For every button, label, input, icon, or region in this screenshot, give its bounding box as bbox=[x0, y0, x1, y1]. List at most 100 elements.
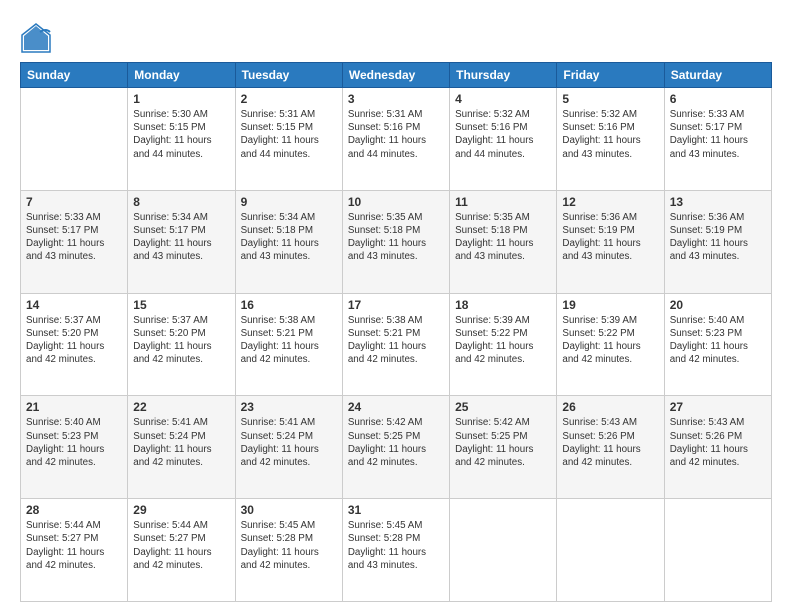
day-number: 17 bbox=[348, 298, 444, 312]
cell-info: Sunrise: 5:35 AM Sunset: 5:18 PM Dayligh… bbox=[348, 211, 444, 264]
calendar-cell: 25Sunrise: 5:42 AM Sunset: 5:25 PM Dayli… bbox=[450, 396, 557, 499]
calendar-cell: 23 Sunrise: 5:41 AM Sunset: 5:24 PM Dayli… bbox=[235, 396, 342, 499]
day-number: 12 bbox=[562, 195, 658, 209]
cell-info: Sunrise: 5:33 AM Sunset: 5:17 PM Dayligh… bbox=[670, 108, 766, 161]
cell-info: Sunrise: 5:36 AM Sunset: 5:19 PM Dayligh… bbox=[562, 211, 658, 264]
day-number: 20 bbox=[670, 298, 766, 312]
day-number: 9 bbox=[241, 195, 337, 209]
logo-icon bbox=[20, 22, 52, 54]
calendar-cell: 21 Sunrise: 5:40 AM Sunset: 5:23 PM Dayli… bbox=[21, 396, 128, 499]
page: SundayMondayTuesdayWednesdayThursdayFrid… bbox=[0, 0, 792, 612]
cell-info: Sunrise: 5:39 AM Sunset: 5:22 PM Dayligh… bbox=[562, 314, 658, 367]
day-number: 26 bbox=[562, 400, 658, 414]
day-number: 16 bbox=[241, 298, 337, 312]
calendar-cell bbox=[664, 499, 771, 602]
day-number: 14 bbox=[26, 298, 122, 312]
calendar-cell: 6Sunrise: 5:33 AM Sunset: 5:17 PM Daylig… bbox=[664, 88, 771, 191]
day-number: 5 bbox=[562, 92, 658, 106]
week-row-5: 28 Sunrise: 5:44 AM Sunset: 5:27 PM Dayli… bbox=[21, 499, 772, 602]
weekday-header-friday: Friday bbox=[557, 63, 664, 88]
calendar-cell: 22 Sunrise: 5:41 AM Sunset: 5:24 PM Dayli… bbox=[128, 396, 235, 499]
weekday-header-row: SundayMondayTuesdayWednesdayThursdayFrid… bbox=[21, 63, 772, 88]
cell-info: Sunrise: 5:32 AM Sunset: 5:16 PM Dayligh… bbox=[562, 108, 658, 161]
cell-info: Sunrise: 5:34 AM Sunset: 5:17 PM Dayligh… bbox=[133, 211, 229, 264]
day-number: 1 bbox=[133, 92, 229, 106]
calendar-cell: 11 Sunrise: 5:35 AM Sunset: 5:18 PM Dayli… bbox=[450, 190, 557, 293]
calendar-table: SundayMondayTuesdayWednesdayThursdayFrid… bbox=[20, 62, 772, 602]
day-number: 7 bbox=[26, 195, 122, 209]
cell-info: Sunrise: 5:31 AM Sunset: 5:16 PM Dayligh… bbox=[348, 108, 444, 161]
calendar-cell: 4 Sunrise: 5:32 AM Sunset: 5:16 PM Daylig… bbox=[450, 88, 557, 191]
day-number: 19 bbox=[562, 298, 658, 312]
calendar-cell: 31Sunrise: 5:45 AM Sunset: 5:28 PM Dayli… bbox=[342, 499, 449, 602]
cell-info: Sunrise: 5:40 AM Sunset: 5:23 PM Dayligh… bbox=[26, 416, 122, 469]
cell-info: Sunrise: 5:34 AM Sunset: 5:18 PM Dayligh… bbox=[241, 211, 337, 264]
day-number: 27 bbox=[670, 400, 766, 414]
day-number: 31 bbox=[348, 503, 444, 517]
week-row-2: 7 Sunrise: 5:33 AM Sunset: 5:17 PM Daylig… bbox=[21, 190, 772, 293]
weekday-header-thursday: Thursday bbox=[450, 63, 557, 88]
calendar-cell: 3 Sunrise: 5:31 AM Sunset: 5:16 PM Daylig… bbox=[342, 88, 449, 191]
day-number: 21 bbox=[26, 400, 122, 414]
cell-info: Sunrise: 5:42 AM Sunset: 5:25 PM Dayligh… bbox=[348, 416, 444, 469]
cell-info: Sunrise: 5:44 AM Sunset: 5:27 PM Dayligh… bbox=[26, 519, 122, 572]
cell-info: Sunrise: 5:42 AM Sunset: 5:25 PM Dayligh… bbox=[455, 416, 551, 469]
weekday-header-sunday: Sunday bbox=[21, 63, 128, 88]
day-number: 24 bbox=[348, 400, 444, 414]
weekday-header-monday: Monday bbox=[128, 63, 235, 88]
calendar-cell: 1 Sunrise: 5:30 AM Sunset: 5:15 PM Daylig… bbox=[128, 88, 235, 191]
calendar-cell: 8 Sunrise: 5:34 AM Sunset: 5:17 PM Daylig… bbox=[128, 190, 235, 293]
weekday-header-saturday: Saturday bbox=[664, 63, 771, 88]
calendar-cell: 2 Sunrise: 5:31 AM Sunset: 5:15 PM Daylig… bbox=[235, 88, 342, 191]
calendar-cell: 10 Sunrise: 5:35 AM Sunset: 5:18 PM Dayli… bbox=[342, 190, 449, 293]
day-number: 13 bbox=[670, 195, 766, 209]
cell-info: Sunrise: 5:36 AM Sunset: 5:19 PM Dayligh… bbox=[670, 211, 766, 264]
calendar-cell: 13 Sunrise: 5:36 AM Sunset: 5:19 PM Dayli… bbox=[664, 190, 771, 293]
day-number: 28 bbox=[26, 503, 122, 517]
cell-info: Sunrise: 5:38 AM Sunset: 5:21 PM Dayligh… bbox=[348, 314, 444, 367]
day-number: 10 bbox=[348, 195, 444, 209]
calendar-cell: 30 Sunrise: 5:45 AM Sunset: 5:28 PM Dayli… bbox=[235, 499, 342, 602]
calendar-cell bbox=[557, 499, 664, 602]
day-number: 3 bbox=[348, 92, 444, 106]
calendar-cell: 16Sunrise: 5:38 AM Sunset: 5:21 PM Dayli… bbox=[235, 293, 342, 396]
cell-info: Sunrise: 5:45 AM Sunset: 5:28 PM Dayligh… bbox=[241, 519, 337, 572]
day-number: 2 bbox=[241, 92, 337, 106]
day-number: 22 bbox=[133, 400, 229, 414]
logo bbox=[20, 22, 56, 54]
day-number: 8 bbox=[133, 195, 229, 209]
calendar-cell: 7 Sunrise: 5:33 AM Sunset: 5:17 PM Daylig… bbox=[21, 190, 128, 293]
calendar-cell: 19 Sunrise: 5:39 AM Sunset: 5:22 PM Dayli… bbox=[557, 293, 664, 396]
day-number: 29 bbox=[133, 503, 229, 517]
calendar-cell: 14Sunrise: 5:37 AM Sunset: 5:20 PM Dayli… bbox=[21, 293, 128, 396]
day-number: 11 bbox=[455, 195, 551, 209]
day-number: 18 bbox=[455, 298, 551, 312]
day-number: 4 bbox=[455, 92, 551, 106]
calendar-cell: 15Sunrise: 5:37 AM Sunset: 5:20 PM Dayli… bbox=[128, 293, 235, 396]
cell-info: Sunrise: 5:41 AM Sunset: 5:24 PM Dayligh… bbox=[133, 416, 229, 469]
cell-info: Sunrise: 5:43 AM Sunset: 5:26 PM Dayligh… bbox=[670, 416, 766, 469]
cell-info: Sunrise: 5:41 AM Sunset: 5:24 PM Dayligh… bbox=[241, 416, 337, 469]
cell-info: Sunrise: 5:30 AM Sunset: 5:15 PM Dayligh… bbox=[133, 108, 229, 161]
calendar-cell: 27 Sunrise: 5:43 AM Sunset: 5:26 PM Dayli… bbox=[664, 396, 771, 499]
calendar-cell: 29 Sunrise: 5:44 AM Sunset: 5:27 PM Dayli… bbox=[128, 499, 235, 602]
week-row-4: 21 Sunrise: 5:40 AM Sunset: 5:23 PM Dayli… bbox=[21, 396, 772, 499]
day-number: 30 bbox=[241, 503, 337, 517]
cell-info: Sunrise: 5:32 AM Sunset: 5:16 PM Dayligh… bbox=[455, 108, 551, 161]
day-number: 15 bbox=[133, 298, 229, 312]
weekday-header-wednesday: Wednesday bbox=[342, 63, 449, 88]
cell-info: Sunrise: 5:39 AM Sunset: 5:22 PM Dayligh… bbox=[455, 314, 551, 367]
cell-info: Sunrise: 5:44 AM Sunset: 5:27 PM Dayligh… bbox=[133, 519, 229, 572]
calendar-cell: 17 Sunrise: 5:38 AM Sunset: 5:21 PM Dayli… bbox=[342, 293, 449, 396]
cell-info: Sunrise: 5:35 AM Sunset: 5:18 PM Dayligh… bbox=[455, 211, 551, 264]
calendar-cell: 26Sunrise: 5:43 AM Sunset: 5:26 PM Dayli… bbox=[557, 396, 664, 499]
calendar-cell: 12 Sunrise: 5:36 AM Sunset: 5:19 PM Dayli… bbox=[557, 190, 664, 293]
week-row-3: 14Sunrise: 5:37 AM Sunset: 5:20 PM Dayli… bbox=[21, 293, 772, 396]
cell-info: Sunrise: 5:33 AM Sunset: 5:17 PM Dayligh… bbox=[26, 211, 122, 264]
day-number: 23 bbox=[241, 400, 337, 414]
cell-info: Sunrise: 5:31 AM Sunset: 5:15 PM Dayligh… bbox=[241, 108, 337, 161]
calendar-cell: 18 Sunrise: 5:39 AM Sunset: 5:22 PM Dayli… bbox=[450, 293, 557, 396]
calendar-cell bbox=[21, 88, 128, 191]
calendar-cell: 24 Sunrise: 5:42 AM Sunset: 5:25 PM Dayli… bbox=[342, 396, 449, 499]
week-row-1: 1 Sunrise: 5:30 AM Sunset: 5:15 PM Daylig… bbox=[21, 88, 772, 191]
